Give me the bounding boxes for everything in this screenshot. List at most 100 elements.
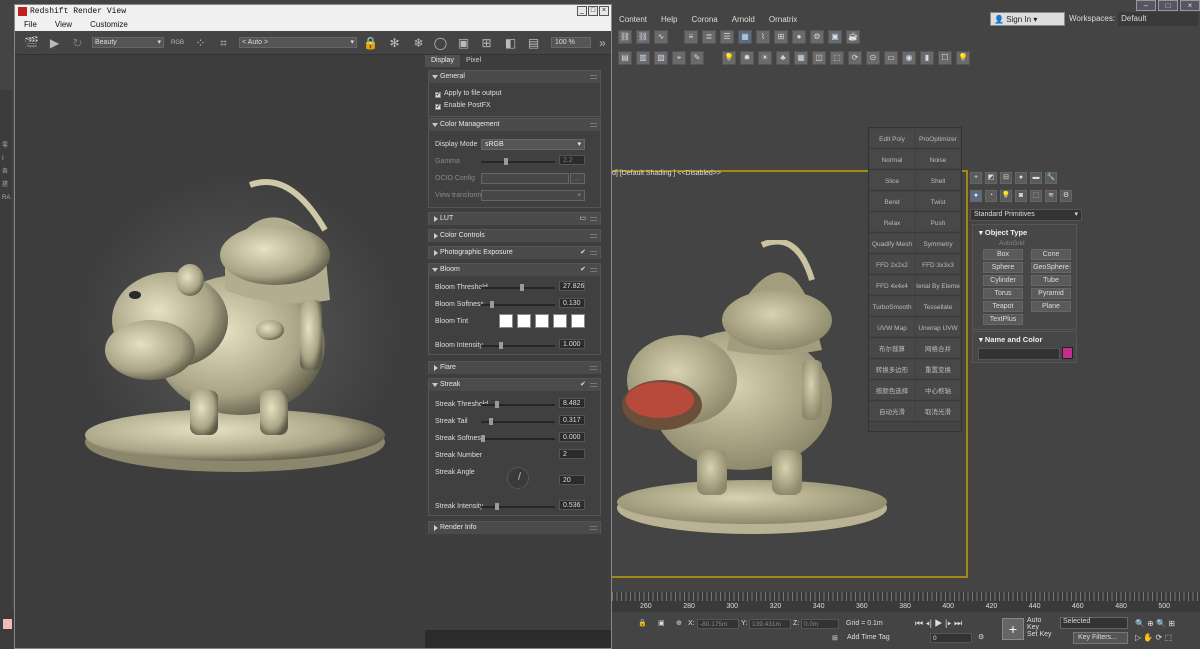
- add-time-tag-button[interactable]: Add Time Tag: [847, 634, 890, 641]
- auto-key-button[interactable]: Auto Key: [1027, 617, 1055, 631]
- compare-icon[interactable]: ◧: [503, 36, 518, 51]
- view-transform-select[interactable]: ▾: [481, 190, 585, 201]
- streak-softness-slider[interactable]: [481, 435, 555, 442]
- modifier-button[interactable]: ProOptimizer: [916, 129, 960, 147]
- bloom-threshold-knob[interactable]: [519, 284, 524, 291]
- modifier-button[interactable]: FFD 2x2x2: [870, 255, 914, 273]
- modifier-button[interactable]: 按颜色选择: [870, 381, 914, 399]
- schematic-icon[interactable]: ⊞: [774, 30, 788, 44]
- menu-ornatrix[interactable]: Ornatrix: [762, 15, 804, 24]
- streak-softness-field[interactable]: 0.000: [559, 432, 585, 442]
- tint-swatch[interactable]: [535, 314, 549, 328]
- menu-content[interactable]: Content: [612, 15, 654, 24]
- bloom-softness-knob[interactable]: [490, 301, 495, 308]
- transform-mode-icon[interactable]: ⊕: [676, 619, 682, 627]
- minimize-icon[interactable]: –: [1136, 0, 1156, 11]
- rs-minimize-icon[interactable]: _: [577, 6, 587, 16]
- timeline-ruler[interactable]: [612, 592, 1200, 601]
- color-management-header[interactable]: Color Management: [429, 119, 600, 131]
- hierarchy-tab-icon[interactable]: ⊟: [1000, 172, 1012, 184]
- tab-display[interactable]: Display: [425, 55, 460, 67]
- menu-help[interactable]: Help: [654, 15, 684, 24]
- set-key-button[interactable]: Set Key: [1027, 631, 1055, 643]
- scene-explorer-icon[interactable]: ≣: [702, 30, 716, 44]
- general-header[interactable]: General: [429, 71, 600, 83]
- primitive-type-select[interactable]: Standard Primitives ▾: [970, 209, 1082, 221]
- object-color-swatch[interactable]: [1062, 347, 1073, 359]
- lock-icon[interactable]: 🔒: [363, 36, 378, 51]
- render-viewport[interactable]: [15, 55, 425, 648]
- bloom-header[interactable]: Bloom ✔: [429, 264, 600, 276]
- bind-icon[interactable]: ∿: [654, 30, 668, 44]
- rs-menu-customize[interactable]: Customize: [81, 20, 137, 29]
- ocio-config-field[interactable]: [481, 173, 569, 184]
- spacewarps-icon[interactable]: ≋: [1045, 190, 1057, 202]
- gamma-field[interactable]: 2.2: [559, 155, 585, 165]
- nav-icons[interactable]: 🔍 ⊕ 🔍 ⊞: [1135, 619, 1175, 628]
- menu-arnold[interactable]: Arnold: [725, 15, 762, 24]
- modifier-button[interactable]: 中心枢轴: [916, 381, 960, 399]
- playback-controls[interactable]: ⏮ ◂| ▶ |▸ ⏭: [915, 618, 962, 629]
- tool-icon[interactable]: ⌖: [672, 51, 686, 65]
- textplus-button[interactable]: TextPlus: [983, 314, 1023, 325]
- rs-menu-file[interactable]: File: [15, 20, 46, 29]
- modifier-button[interactable]: Bend: [870, 192, 914, 210]
- modifier-button[interactable]: Slice: [870, 171, 914, 189]
- key-selection-select[interactable]: Selected: [1060, 617, 1128, 629]
- modifier-button[interactable]: Edit Poly: [870, 129, 914, 147]
- modifier-button[interactable]: Relax: [870, 213, 914, 231]
- modifier-button[interactable]: 重置变换: [916, 360, 960, 378]
- streak-number-field[interactable]: 2: [559, 449, 585, 459]
- modifier-button[interactable]: 转换多边形: [870, 360, 914, 378]
- bloom-intensity-knob[interactable]: [498, 342, 503, 349]
- modifier-button[interactable]: 网格合并: [916, 339, 960, 357]
- tint-swatch[interactable]: [499, 314, 513, 328]
- expand-panel-icon[interactable]: »: [595, 36, 610, 51]
- utilities-tab-icon[interactable]: 🔧: [1045, 172, 1057, 184]
- workspaces-select[interactable]: Default: [1118, 12, 1199, 26]
- streak-tail-knob[interactable]: [489, 418, 494, 425]
- tool-icon[interactable]: ▥: [636, 51, 650, 65]
- rs-close-icon[interactable]: ×: [599, 6, 609, 16]
- streak-header[interactable]: Streak ✔: [429, 379, 600, 391]
- light-bulb-icon[interactable]: 💡: [956, 51, 970, 65]
- autogrid-checkbox[interactable]: AutoGrid: [973, 240, 1076, 247]
- light-icon[interactable]: ✹: [740, 51, 754, 65]
- render-info-header[interactable]: Render Info: [429, 522, 600, 534]
- key-filters-button[interactable]: Key Filters...: [1073, 632, 1128, 644]
- tint-swatch[interactable]: [553, 314, 567, 328]
- systems-icon[interactable]: ⚙: [1060, 190, 1072, 202]
- cylinder-button[interactable]: Cylinder: [983, 275, 1023, 286]
- streak-threshold-slider[interactable]: [481, 401, 555, 408]
- modifier-button[interactable]: Normal: [870, 150, 914, 168]
- cameras-icon[interactable]: ◙: [1015, 190, 1027, 202]
- tool-icon[interactable]: ▤: [618, 51, 632, 65]
- toggle-icon[interactable]: ▭: [579, 213, 586, 225]
- tint-swatch[interactable]: [571, 314, 585, 328]
- lights-icon[interactable]: 💡: [1000, 190, 1012, 202]
- nav-icons[interactable]: ▷ ✋ ⟳ ⬚: [1135, 633, 1172, 642]
- enabled-check-icon[interactable]: ✔: [580, 247, 586, 259]
- pyramid-button[interactable]: Pyramid: [1031, 288, 1071, 299]
- modifier-button[interactable]: Symmetry: [916, 234, 960, 252]
- tool-icon[interactable]: ▮: [920, 51, 934, 65]
- viewport-label[interactable]: d] [Default Shading ] <<Disabled>>: [612, 170, 721, 177]
- bloom-intensity-field[interactable]: 1.000: [559, 339, 585, 349]
- enabled-check-icon[interactable]: ✔: [580, 379, 586, 391]
- enabled-check-icon[interactable]: ✔: [580, 264, 586, 276]
- rgb-channel-icon[interactable]: RGB: [170, 36, 185, 51]
- motion-tab-icon[interactable]: ●: [1015, 172, 1027, 184]
- rs-maximize-icon[interactable]: □: [588, 6, 598, 16]
- shapes-icon[interactable]: ◔: [985, 190, 997, 202]
- light-icon[interactable]: 💡: [722, 51, 736, 65]
- box-button[interactable]: Box: [983, 249, 1023, 260]
- modifier-button[interactable]: Twist: [916, 192, 960, 210]
- tree-icon[interactable]: ♣: [776, 51, 790, 65]
- sphere-button[interactable]: Sphere: [983, 262, 1023, 273]
- refresh-icon[interactable]: ↻: [70, 36, 85, 51]
- zoom-field[interactable]: 100 %: [551, 37, 591, 48]
- tool-icon[interactable]: ☐: [938, 51, 952, 65]
- light-icon[interactable]: ☀: [758, 51, 772, 65]
- modifier-button[interactable]: terial By Eleme: [916, 276, 960, 294]
- tool-icon[interactable]: ▭: [884, 51, 898, 65]
